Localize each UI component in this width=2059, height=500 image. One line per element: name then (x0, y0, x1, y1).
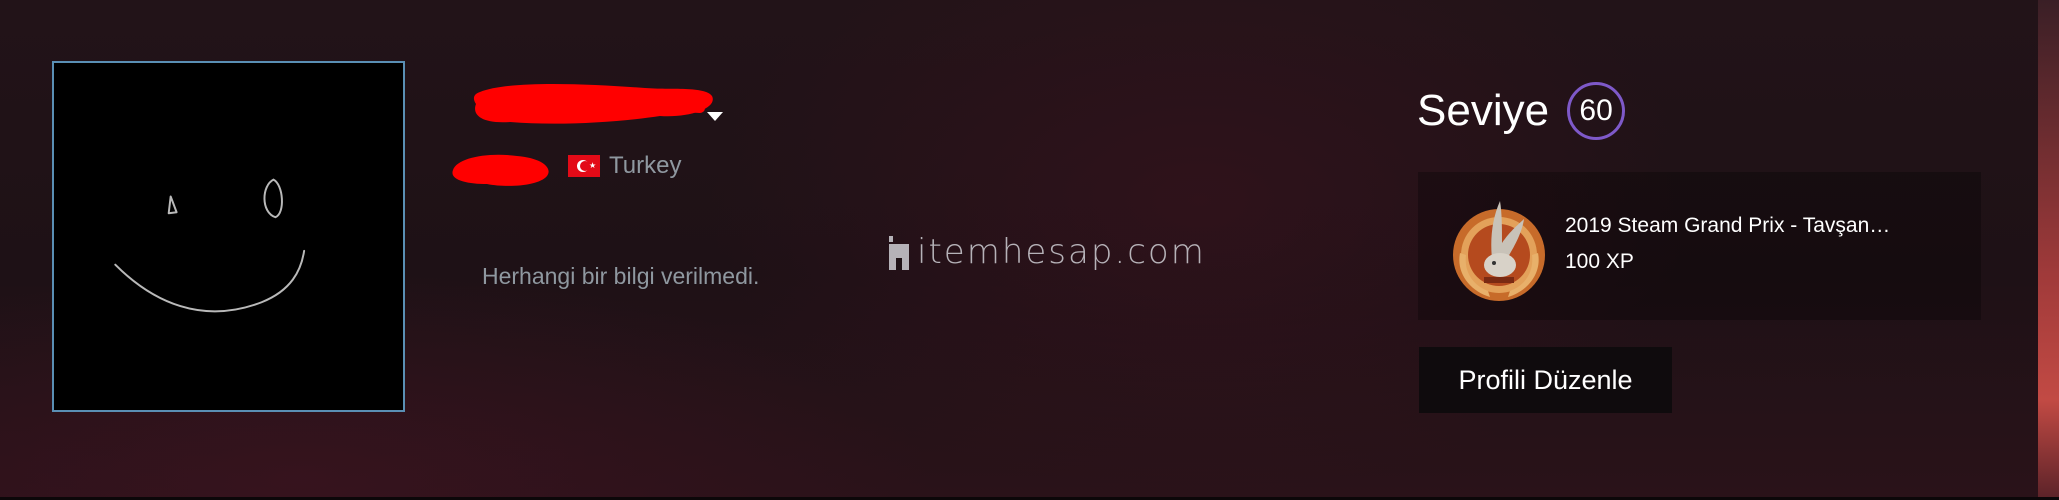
featured-badge[interactable]: 2019 Steam Grand Prix - Tavşan… 100 XP (1418, 172, 1981, 320)
avatar[interactable] (52, 61, 405, 412)
smiley-face-icon (114, 178, 306, 313)
edit-profile-button[interactable]: Profili Düzenle (1419, 347, 1672, 413)
watermark-text: itemhesap.com (917, 232, 1206, 272)
profile-location: ★ Turkey (568, 151, 681, 181)
profile-summary: Herhangi bir bilgi verilmedi. (482, 263, 760, 289)
country-name: Turkey (609, 152, 682, 179)
badge-xp: 100 XP (1565, 250, 1634, 273)
turkey-flag-icon: ★ (568, 155, 600, 177)
level-badge[interactable]: 60 (1567, 82, 1626, 140)
real-name-redacted (447, 148, 555, 190)
badge-title[interactable]: 2019 Steam Grand Prix - Tavşan… (1565, 214, 1965, 238)
level-label: Seviye (1417, 86, 1550, 135)
name-history-dropdown-caret[interactable] (707, 112, 723, 121)
rabbit-medal-icon (1453, 201, 1545, 301)
persona-name-redacted (470, 78, 720, 130)
profile-level: Seviye 60 (1417, 76, 1626, 146)
background-edge (2038, 0, 2059, 500)
watermark: itemhesap.com (887, 232, 1206, 272)
steam-profile-header: ★ Turkey Herhangi bir bilgi verilmedi. i… (0, 0, 2059, 500)
castle-icon (889, 236, 909, 270)
